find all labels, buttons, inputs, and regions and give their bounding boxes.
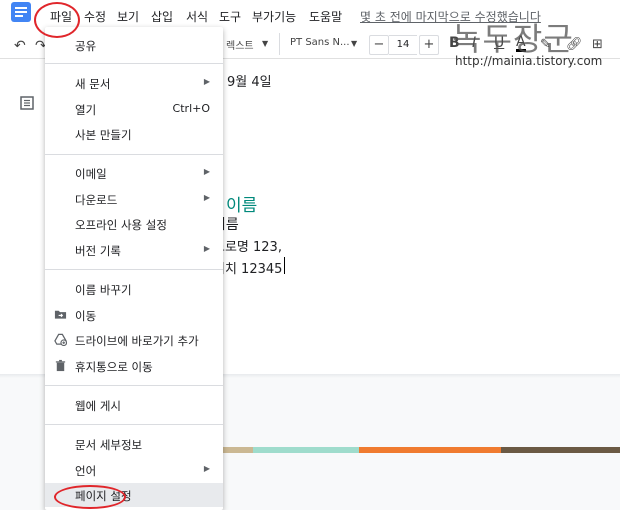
undo-icon[interactable]: ↶ bbox=[14, 38, 26, 54]
text-cursor bbox=[284, 257, 285, 274]
menu-item-label: 새 문서 bbox=[75, 77, 111, 91]
comment-icon[interactable]: ⊞ bbox=[592, 37, 603, 52]
submenu-arrow-icon: ▶ bbox=[203, 77, 210, 86]
menu-view[interactable]: 보기 bbox=[117, 8, 139, 25]
docs-logo-icon[interactable] bbox=[11, 2, 31, 22]
stripe-segment bbox=[253, 447, 359, 453]
menu-insert[interactable]: 삽입 bbox=[151, 8, 173, 25]
outline-icon[interactable] bbox=[20, 96, 34, 110]
stripe-segment bbox=[359, 447, 501, 453]
menu-item-move[interactable]: 이동 bbox=[45, 303, 223, 327]
watermark-url: http://mainia.tistory.com bbox=[455, 54, 603, 68]
submenu-arrow-icon: ▶ bbox=[203, 244, 210, 253]
menu-item-label: 열기 bbox=[75, 103, 97, 117]
menu-item-share[interactable]: 공유 bbox=[45, 33, 223, 57]
annotation-circle-page-setup bbox=[54, 485, 126, 509]
menu-item-trash[interactable]: 휴지통으로 이동 bbox=[45, 354, 223, 378]
drive-shortcut-icon bbox=[54, 333, 67, 346]
file-menu: 공유 새 문서 ▶ 열기 Ctrl+O 사본 만들기 이메일 ▶ 다운로드 ▶ 오프라인… bbox=[45, 27, 223, 510]
folder-move-icon bbox=[54, 310, 67, 319]
menu-item-details[interactable]: 문서 세부정보 bbox=[45, 432, 223, 456]
menu-item-publish[interactable]: 웹에 게시 bbox=[45, 393, 223, 417]
menu-edit[interactable]: 수정 bbox=[84, 8, 106, 25]
menu-item-rename[interactable]: 이름 바꾸기 bbox=[45, 277, 223, 301]
style-select[interactable]: 렉스트 bbox=[226, 37, 254, 52]
menu-tools[interactable]: 도구 bbox=[219, 8, 241, 25]
stripe-segment bbox=[222, 447, 253, 453]
menu-item-open[interactable]: 열기 Ctrl+O bbox=[45, 97, 223, 121]
font-size-input[interactable]: 14 bbox=[389, 35, 417, 55]
menu-item-label: 이름 바꾸기 bbox=[75, 283, 132, 297]
menu-item-label: 언어 bbox=[75, 464, 97, 478]
menu-item-label: 공유 bbox=[75, 39, 97, 53]
menu-format[interactable]: 서식 bbox=[186, 8, 208, 25]
doc-line-city[interactable]: 위치 12345 bbox=[213, 258, 282, 277]
menu-item-make-copy[interactable]: 사본 만들기 bbox=[45, 122, 223, 146]
menu-item-version-history[interactable]: 버전 기록 ▶ bbox=[45, 238, 223, 262]
menu-item-email[interactable]: 이메일 ▶ bbox=[45, 161, 223, 185]
menu-item-download[interactable]: 다운로드 ▶ bbox=[45, 187, 223, 211]
doc-date[interactable]: 9월 4일 bbox=[227, 71, 272, 90]
font-size-decrease-button[interactable]: − bbox=[369, 35, 389, 55]
submenu-arrow-icon: ▶ bbox=[203, 464, 210, 473]
chevron-down-icon[interactable]: ▼ bbox=[262, 39, 268, 48]
menu-addons[interactable]: 부가기능 bbox=[252, 8, 296, 25]
menu-item-label: 오프라인 사용 설정 bbox=[75, 218, 167, 232]
chevron-down-icon[interactable]: ▼ bbox=[351, 39, 357, 48]
menu-item-label: 웹에 게시 bbox=[75, 399, 121, 413]
annotation-circle-file bbox=[34, 2, 80, 38]
menu-item-offline[interactable]: 오프라인 사용 설정 bbox=[45, 212, 223, 236]
menu-separator bbox=[45, 424, 223, 425]
trash-icon bbox=[55, 359, 66, 372]
menu-item-language[interactable]: 언어 ▶ bbox=[45, 458, 223, 482]
menu-item-label: 다운로드 bbox=[75, 193, 118, 207]
shortcut-label: Ctrl+O bbox=[172, 102, 210, 115]
menu-separator bbox=[45, 154, 223, 155]
menu-help[interactable]: 도움말 bbox=[309, 8, 342, 25]
menu-item-label: 이메일 bbox=[75, 167, 107, 181]
menu-item-add-shortcut[interactable]: 드라이브에 바로가기 추가 bbox=[45, 328, 223, 352]
menu-item-label: 드라이브에 바로가기 추가 bbox=[75, 334, 199, 348]
menu-item-label: 버전 기록 bbox=[75, 244, 121, 258]
toolbar-divider bbox=[279, 33, 280, 55]
stripe-segment bbox=[501, 447, 620, 453]
menu-item-label: 문서 세부정보 bbox=[75, 438, 143, 452]
menu-item-label: 휴지통으로 이동 bbox=[75, 360, 153, 374]
submenu-arrow-icon: ▶ bbox=[203, 193, 210, 202]
menu-separator bbox=[45, 385, 223, 386]
font-select[interactable]: PT Sans N... bbox=[290, 37, 350, 48]
menu-item-label: 이동 bbox=[75, 309, 97, 323]
menu-separator bbox=[45, 63, 223, 64]
menu-item-label: 사본 만들기 bbox=[75, 128, 132, 142]
menu-item-new-doc[interactable]: 새 문서 ▶ bbox=[45, 71, 223, 95]
menu-separator bbox=[45, 269, 223, 270]
submenu-arrow-icon: ▶ bbox=[203, 167, 210, 176]
doc-line-street[interactable]: 도로명 123, bbox=[213, 236, 282, 255]
font-size-increase-button[interactable]: + bbox=[419, 35, 439, 55]
